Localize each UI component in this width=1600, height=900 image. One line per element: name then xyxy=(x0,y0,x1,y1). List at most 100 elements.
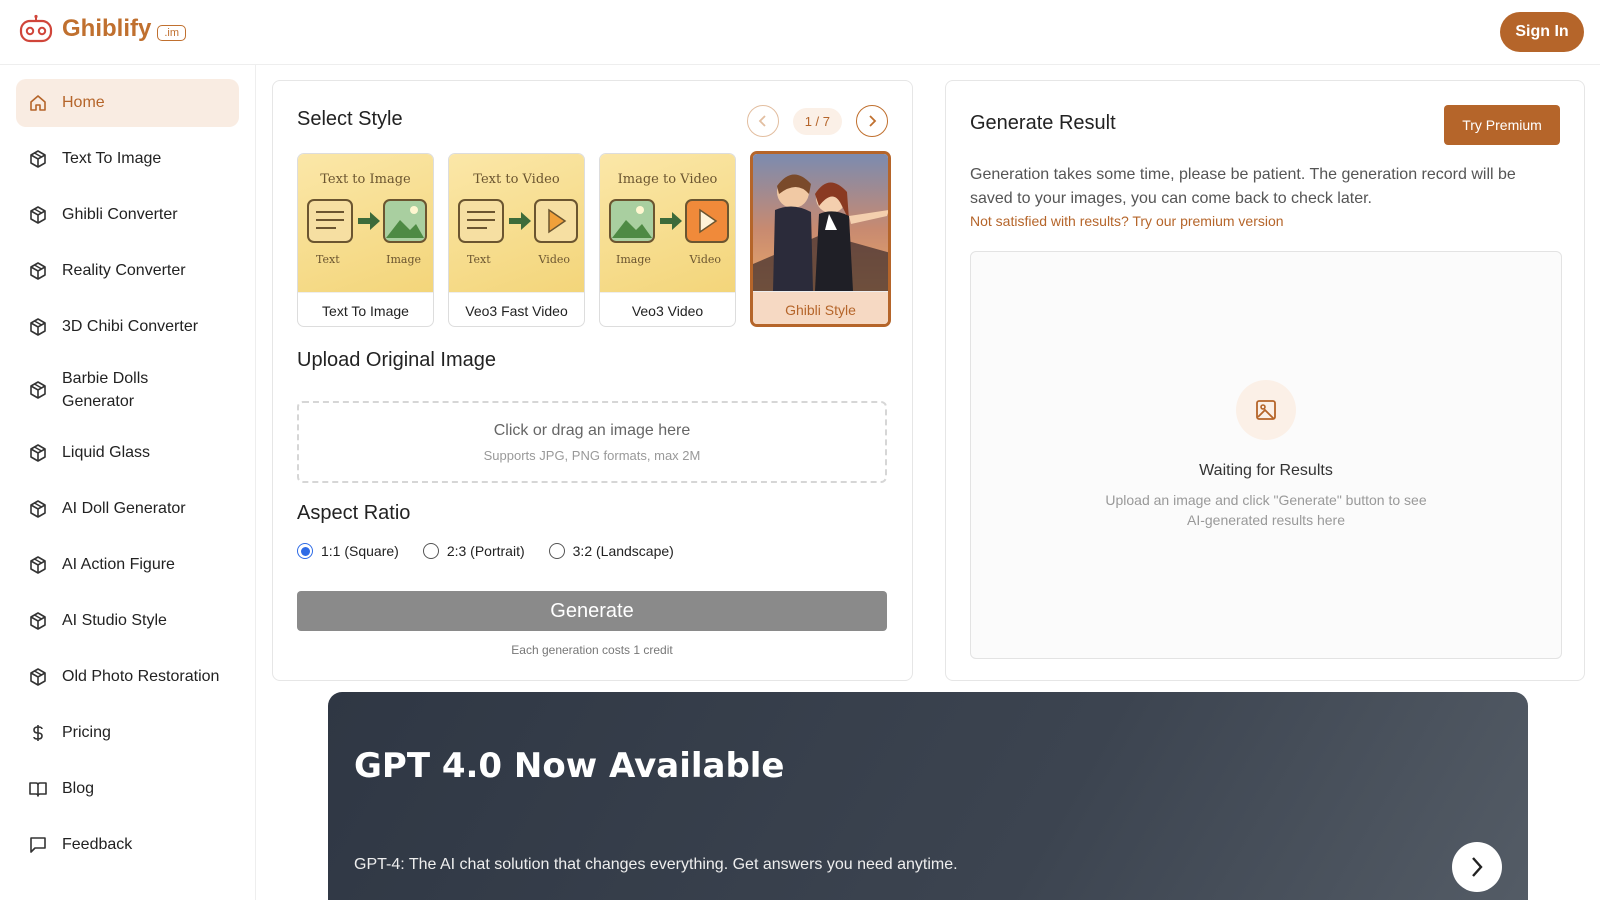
image-to-video-illustration-icon xyxy=(609,199,729,243)
text-to-image-thumbnail: Text to Image Text Image xyxy=(298,154,433,292)
aspect-ratio-landscape-radio[interactable]: 3:2 (Landscape) xyxy=(548,543,674,559)
dollar-icon xyxy=(28,723,48,743)
tile-heading: Image to Video xyxy=(617,172,718,187)
brand-badge: .im xyxy=(157,25,187,41)
sidebar-item-ghibli-converter[interactable]: Ghibli Converter xyxy=(16,191,239,239)
message-icon xyxy=(28,835,48,855)
cube-icon xyxy=(28,149,48,169)
banner-title: GPT 4.0 Now Available xyxy=(354,746,785,786)
sidebar-item-feedback[interactable]: Feedback xyxy=(16,821,239,869)
image-to-video-thumbnail: Image to Video Image Video xyxy=(600,154,735,292)
aspect-ratio-portrait-radio[interactable]: 2:3 (Portrait) xyxy=(422,543,525,559)
cube-icon xyxy=(28,317,48,337)
tile-right-label: Image xyxy=(386,253,421,266)
home-icon xyxy=(28,93,48,113)
sidebar-item-ai-doll-generator[interactable]: AI Doll Generator xyxy=(16,485,239,533)
style-pager: 1 / 7 xyxy=(746,105,888,137)
waiting-title: Waiting for Results xyxy=(1199,462,1333,479)
tile-right-label: Video xyxy=(538,253,570,266)
cube-icon xyxy=(28,261,48,281)
text-to-image-illustration-icon xyxy=(307,199,427,243)
book-icon xyxy=(28,779,48,799)
style-tile-veo3-fast-video[interactable]: Text to Video Text Video Veo3 Fast Video xyxy=(448,153,585,327)
prev-page-button[interactable] xyxy=(746,105,779,137)
tile-left-label: Text xyxy=(316,253,340,266)
sidebar-item-label: Reality Converter xyxy=(62,262,186,279)
sidebar-item-text-to-image[interactable]: Text To Image xyxy=(16,135,239,183)
upload-title: Upload Original Image xyxy=(297,349,496,371)
radio-label: 3:2 (Landscape) xyxy=(572,543,674,559)
style-tile-label: Veo3 Fast Video xyxy=(449,292,584,326)
radio-checked-icon xyxy=(297,543,313,559)
text-to-video-illustration-icon xyxy=(458,199,578,243)
robot-logo-icon xyxy=(19,14,53,43)
sidebar-item-label: Blog xyxy=(62,780,95,797)
sidebar-item-old-photo-restoration[interactable]: Old Photo Restoration xyxy=(16,653,239,701)
sidebar-item-label: Feedback xyxy=(62,836,133,853)
sign-in-button[interactable]: Sign In xyxy=(1500,12,1584,52)
sidebar-item-barbie-dolls-generator[interactable]: Barbie Dolls Generator xyxy=(16,359,239,421)
text-to-video-thumbnail: Text to Video Text Video xyxy=(449,154,584,292)
chevron-right-icon xyxy=(869,115,877,127)
select-style-title: Select Style xyxy=(297,108,403,130)
aspect-ratio-options: 1:1 (Square) 2:3 (Portrait) 3:2 (Landsca… xyxy=(297,543,674,559)
sidebar-item-label: Pricing xyxy=(62,724,111,741)
style-tile-label: Ghibli Style xyxy=(753,291,888,324)
try-premium-button[interactable]: Try Premium xyxy=(1444,105,1560,145)
radio-label: 1:1 (Square) xyxy=(321,543,399,559)
chevron-left-icon xyxy=(758,115,766,127)
cube-icon xyxy=(28,205,48,225)
sidebar-item-reality-converter[interactable]: Reality Converter xyxy=(16,247,239,295)
radio-label: 2:3 (Portrait) xyxy=(446,543,525,559)
sidebar-item-label: Liquid Glass xyxy=(62,444,151,461)
waiting-subtitle: Upload an image and click "Generate" but… xyxy=(1105,492,1427,528)
sidebar-item-label: AI Doll Generator xyxy=(62,500,186,517)
sidebar-item-label: Text To Image xyxy=(62,150,162,167)
sidebar-item-label: Barbie Dolls Generator xyxy=(62,370,149,410)
sidebar-item-3d-chibi-converter[interactable]: 3D Chibi Converter xyxy=(16,303,239,351)
aspect-ratio-title: Aspect Ratio xyxy=(297,502,411,524)
tile-heading: Text to Image xyxy=(320,172,411,187)
next-page-button[interactable] xyxy=(856,105,888,137)
sidebar-item-label: 3D Chibi Converter xyxy=(62,318,199,335)
style-list: Text to Image Text Image Text To Image T… xyxy=(297,151,891,327)
premium-note-link[interactable]: Not satisfied with results? Try our prem… xyxy=(970,213,1284,229)
cube-icon xyxy=(28,380,48,400)
style-tile-ghibli-style[interactable]: Ghibli Style xyxy=(750,151,891,327)
aspect-ratio-square-radio[interactable]: 1:1 (Square) xyxy=(297,543,399,559)
sidebar-item-label: Home xyxy=(62,94,105,111)
brand-name: Ghiblify xyxy=(62,15,152,42)
style-tile-veo3-video[interactable]: Image to Video Image Video Veo3 Video xyxy=(599,153,736,327)
result-description: Generation takes some time, please be pa… xyxy=(970,166,1516,207)
sidebar-item-pricing[interactable]: Pricing xyxy=(16,709,239,757)
sidebar-item-label: Old Photo Restoration xyxy=(62,668,220,685)
sidebar-item-ai-studio-style[interactable]: AI Studio Style xyxy=(16,597,239,645)
image-placeholder-icon xyxy=(1236,380,1296,440)
style-tile-label: Text To Image xyxy=(298,292,433,326)
sidebar-item-ai-action-figure[interactable]: AI Action Figure xyxy=(16,541,239,589)
gpt-promo-banner[interactable]: GPT 4.0 Now Available GPT-4: The AI chat… xyxy=(328,692,1528,900)
page-indicator: 1 / 7 xyxy=(792,107,842,135)
radio-unchecked-icon xyxy=(422,543,439,559)
cube-icon xyxy=(28,555,48,575)
tile-heading: Text to Video xyxy=(473,172,560,187)
generation-cost-note: Each generation costs 1 credit xyxy=(511,643,673,657)
cube-icon xyxy=(28,667,48,687)
result-panel: Generate Result Try Premium Generation t… xyxy=(945,80,1585,681)
tile-left-label: Image xyxy=(616,253,651,266)
tile-left-label: Text xyxy=(467,253,491,266)
sidebar-item-blog[interactable]: Blog xyxy=(16,765,239,813)
image-upload-dropzone[interactable]: Click or drag an image here Supports JPG… xyxy=(297,401,887,483)
banner-next-button[interactable] xyxy=(1452,842,1502,892)
top-header: Ghiblify .im Sign In xyxy=(0,0,1600,65)
generate-button[interactable]: Generate xyxy=(297,591,887,631)
result-preview-area: Waiting for Results Upload an image and … xyxy=(970,251,1562,659)
sidebar-item-home[interactable]: Home xyxy=(16,79,239,127)
brand-logo[interactable]: Ghiblify .im xyxy=(18,14,187,44)
style-tile-label: Veo3 Video xyxy=(600,292,735,326)
sidebar-item-label: AI Studio Style xyxy=(62,612,167,629)
style-tile-text-to-image[interactable]: Text to Image Text Image Text To Image xyxy=(297,153,434,327)
sidebar-item-liquid-glass[interactable]: Liquid Glass xyxy=(16,429,239,477)
sidebar: Home Text To Image Ghibli Converter Reality… xyxy=(0,65,256,900)
tile-right-label: Video xyxy=(689,253,721,266)
